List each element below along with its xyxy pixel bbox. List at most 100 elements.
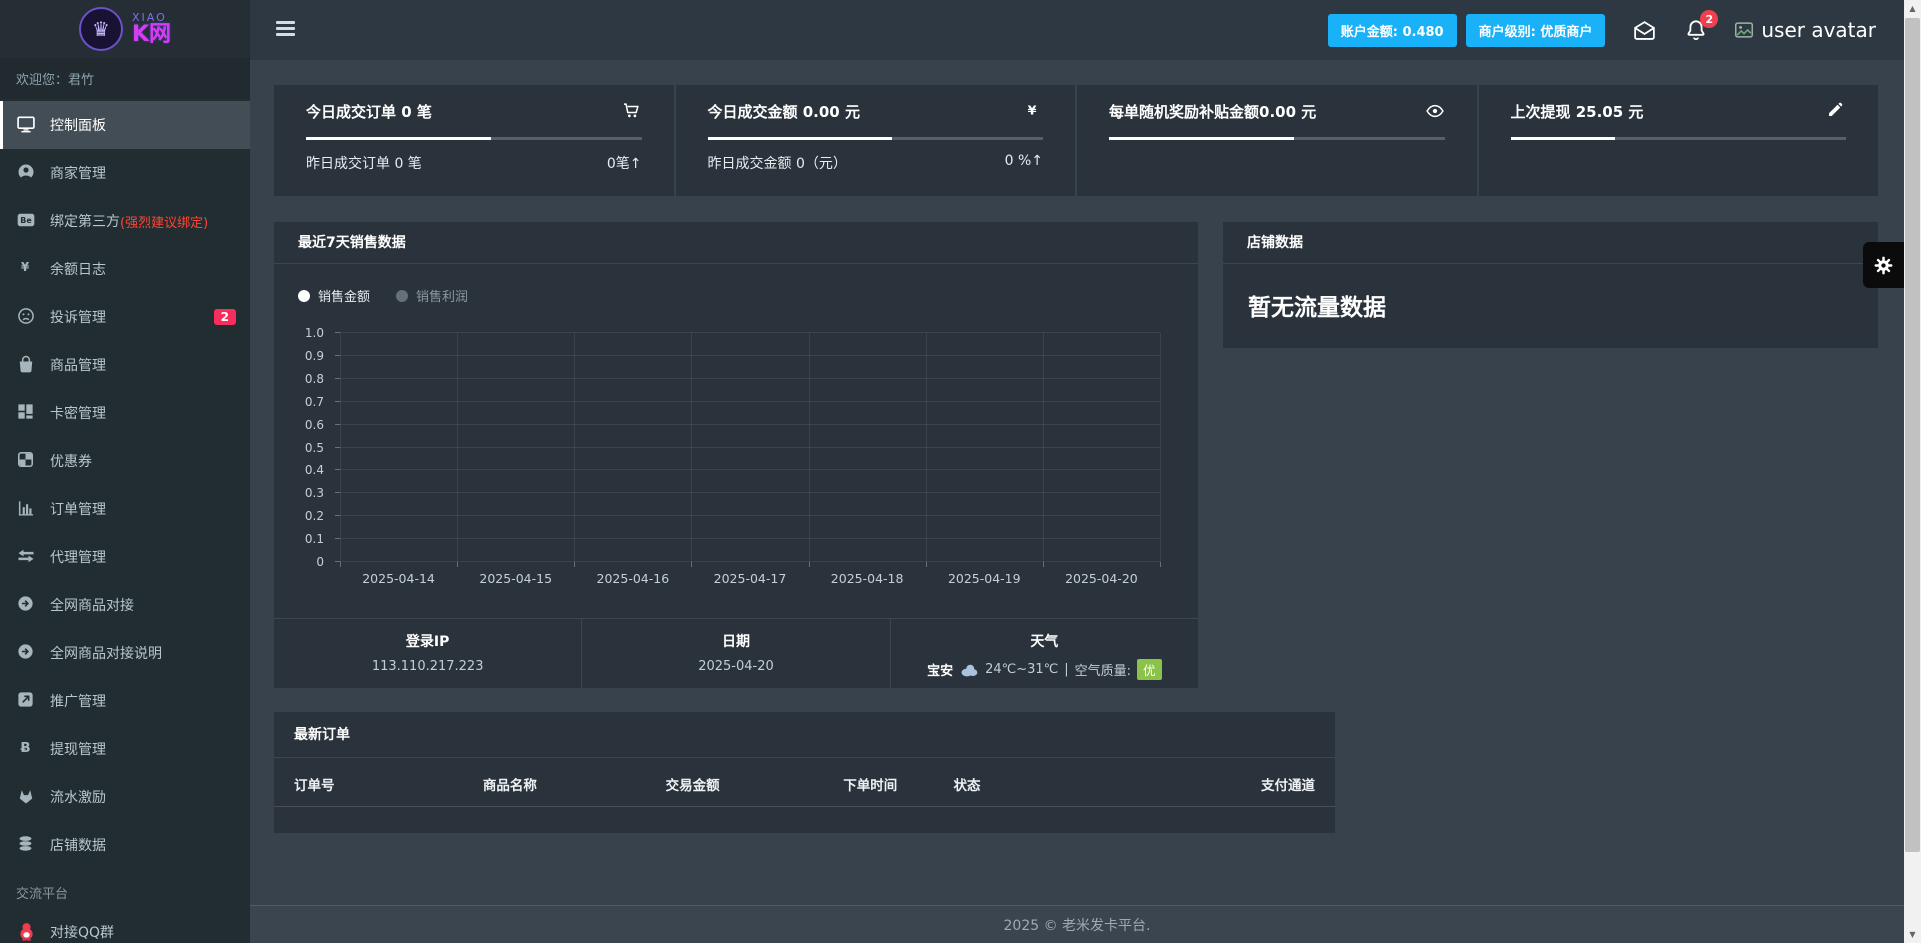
account-balance-badge[interactable]: 账户金额: 0.480 [1327, 13, 1457, 47]
svg-text:Ƀ: Ƀ [20, 741, 30, 756]
item-badge: 2 [213, 309, 236, 325]
logo-image: ♛ [78, 7, 123, 51]
date-block: 日期 2025-04-20 [581, 619, 889, 688]
y-tick-label: 1.0 [304, 326, 324, 340]
logo-text: XIAO K网 [132, 12, 171, 46]
copyright-text: 2025 © 老米发卡平台. [1003, 917, 1151, 934]
sidebar-item[interactable]: 代理管理 › [0, 533, 250, 581]
welcome-text: 欢迎您：君竹 [0, 58, 250, 99]
y-tick-label: 0.1 [304, 532, 324, 547]
scroll-up-arrow[interactable]: ▲ [1904, 0, 1921, 17]
stat-card-icon [1425, 101, 1445, 121]
stat-card-icon [1826, 101, 1846, 121]
progress-bar [1109, 137, 1445, 140]
logo-text-main: K网 [131, 22, 172, 47]
legend-item[interactable]: 销售金额 [298, 286, 370, 305]
y-tick-label: 0.6 [304, 417, 324, 432]
legend-dot-icon [396, 289, 409, 302]
user-avatar[interactable]: user avatar [1733, 18, 1876, 42]
no-traffic-text: 暂无流量数据 [1248, 295, 1386, 321]
sidebar-item[interactable]: 商品管理 › [0, 341, 250, 389]
legend-item[interactable]: 销售利润 [396, 286, 468, 305]
chart-title: 最近7天销售数据 [274, 222, 1198, 264]
chart-legend: 销售金额 销售利润 [298, 286, 468, 305]
login-ip-value: 113.110.217.223 [371, 659, 484, 674]
stat-card-icon [622, 101, 642, 121]
sidebar-item[interactable]: 投诉管理 2 [0, 293, 250, 341]
sidebar-item[interactable]: 全网商品对接 [0, 581, 250, 629]
sidebar-item[interactable]: 全网商品对接说明 [0, 629, 250, 677]
stat-card: 每单随机奖励补贴金额0.00 元 [1077, 85, 1477, 196]
sidebar-item[interactable]: 卡密管理 › [0, 389, 250, 437]
date-value: 2025-04-20 [698, 659, 774, 674]
orders-column-header: 下单时间 [843, 778, 898, 794]
mail-icon[interactable] [1632, 18, 1657, 43]
latest-orders-card: 最新订单 订单号 商品名称 交易金额 下单时间 状态 支付通道 [274, 712, 1335, 833]
topbar: 账户金额: 0.480 商户级别: 优质商户 2 user avatar [250, 0, 1904, 60]
x-tick-label: 2025-04-16 [596, 571, 670, 586]
notification-badge: 2 [1700, 10, 1719, 28]
y-tick-label: 0.3 [304, 486, 324, 501]
sales-chart-card: 最近7天销售数据 销售金额 销售利润 0 0.1 0.2 0.3 0.4 0.5 0.6 0.7… [274, 222, 1198, 688]
sidebar-item[interactable]: 商家管理 › [0, 149, 250, 197]
sidebar-item[interactable]: 流水激励 › [0, 773, 250, 821]
menu-toggle-button[interactable] [276, 21, 295, 39]
app-logo[interactable]: ♛ XIAO K网 [0, 0, 250, 58]
weather-block: 天气 宝安 24℃~31℃ | 空气质量: 优 [889, 619, 1198, 688]
y-tick-label: 0.5 [304, 440, 324, 455]
x-tick-label: 2025-04-19 [947, 571, 1021, 586]
orders-column-header: 订单号 [294, 778, 335, 794]
y-tick-label: 0 [316, 555, 324, 569]
weather-city: 宝安 [927, 664, 954, 679]
x-tick-label: 2025-04-20 [1065, 571, 1138, 586]
sidebar-item[interactable]: Ƀ 提现管理 › [0, 725, 250, 773]
y-tick-label: 0.2 [304, 509, 324, 524]
qq-penguin-icon [16, 921, 38, 943]
weather-temp: 24℃~31℃ [985, 662, 1059, 677]
scrollbar-thumb[interactable] [1905, 18, 1920, 852]
cloud-icon [959, 660, 979, 680]
sidebar-item[interactable]: 订单管理 › [0, 485, 250, 533]
sidebar-item[interactable]: 推广管理 › [0, 677, 250, 725]
x-tick-label: 2025-04-15 [479, 571, 553, 586]
progress-bar [707, 137, 1043, 140]
broken-image-icon [1733, 19, 1755, 41]
legend-dot-icon [298, 289, 310, 302]
svg-text:¥: ¥ [1028, 104, 1037, 119]
y-tick-label: 0.9 [304, 348, 324, 363]
chart-plot-area [335, 332, 1161, 567]
stat-card-icon: ¥ [1023, 101, 1043, 121]
sidebar: ♛ XIAO K网 欢迎您：君竹 控制面板 商家管理 › [0, 0, 250, 943]
settings-gear-button[interactable] [1863, 242, 1904, 288]
x-tick-label: 2025-04-14 [362, 571, 435, 586]
progress-bar [1510, 137, 1846, 140]
stat-cards-row: 今日成交订单 0 笔 昨日成交订单 0 笔 0笔↑ 今日成交金额 0.00 元 … [274, 85, 1878, 196]
sidebar-item[interactable]: 优惠券 › [0, 437, 250, 485]
y-tick-label: 0.7 [304, 394, 324, 409]
progress-bar [306, 137, 642, 140]
sidebar-item[interactable]: 店铺数据 › [0, 821, 250, 869]
sidebar-item-qq-group[interactable]: 对接QQ群 [0, 908, 250, 943]
svg-text:Be: Be [20, 216, 31, 225]
merchant-level-badge[interactable]: 商户级别: 优质商户 [1465, 13, 1606, 47]
sidebar-menu: 控制面板 商家管理 › Be 绑定第三方 (强烈建议绑定) [0, 99, 250, 869]
scrollbar: ▲ ▼ [1904, 0, 1921, 943]
scroll-down-arrow[interactable]: ▼ [1904, 926, 1921, 943]
x-tick-label: 2025-04-18 [830, 571, 904, 586]
chart-x-axis: 2025-04-14 2025-04-15 2025-04-16 2025-04-17… [340, 571, 1160, 586]
orders-title: 最新订单 [274, 712, 1335, 758]
sidebar-section-label: 交流平台 [16, 887, 69, 902]
air-quality-label: 空气质量: [1074, 664, 1132, 679]
sidebar-item[interactable]: Be 绑定第三方 (强烈建议绑定) [0, 197, 250, 245]
orders-table-header: 订单号 商品名称 交易金额 下单时间 状态 支付通道 [274, 758, 1335, 807]
sidebar-item[interactable]: ¥ 余额日志 [0, 245, 250, 293]
stat-card: 今日成交金额 0.00 元 ¥ 昨日成交金额 0（元） 0 %↑ [675, 85, 1075, 196]
orders-column-header: 状态 [953, 778, 981, 794]
bell-icon[interactable]: 2 [1684, 10, 1719, 42]
main-content: 今日成交订单 0 笔 昨日成交订单 0 笔 0笔↑ 今日成交金额 0.00 元 … [250, 60, 1904, 943]
sidebar-item[interactable]: 控制面板 [0, 101, 250, 149]
gear-icon [1873, 255, 1894, 276]
chart-y-axis: 0 0.1 0.2 0.3 0.4 0.5 0.6 0.7 0.8 0.9 1.0 [284, 326, 332, 569]
page-footer: 2025 © 老米发卡平台. [250, 905, 1904, 943]
shop-panel-title: 店铺数据 [1223, 222, 1878, 264]
